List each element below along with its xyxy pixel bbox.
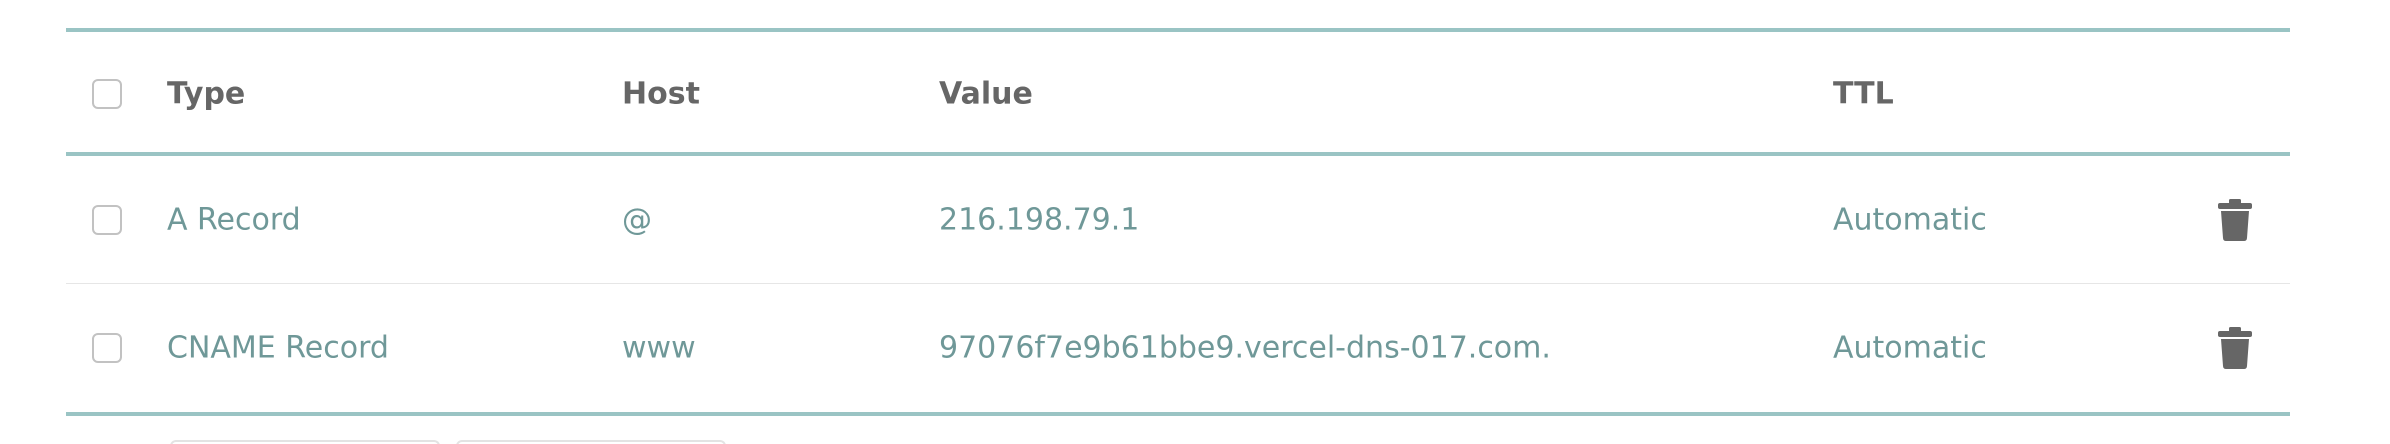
table-row: CNAME Record www 97076f7e9b61bbe9.vercel… [66, 284, 2290, 412]
record-type: A Record [167, 202, 301, 238]
record-value: 97076f7e9b61bbe9.vercel-dns-017.com. [939, 330, 1551, 366]
trash-icon[interactable] [2218, 199, 2252, 241]
row-select-checkbox[interactable] [92, 205, 122, 235]
column-header-type[interactable]: Type [167, 77, 245, 112]
dns-records-table: Type Host Value TTL A Record @ 216.198.7… [66, 28, 2290, 416]
record-host: @ [622, 202, 652, 238]
row-select-checkbox[interactable] [92, 333, 122, 363]
column-header-value[interactable]: Value [939, 77, 1033, 112]
column-header-host[interactable]: Host [622, 77, 700, 112]
select-all-checkbox[interactable] [92, 79, 122, 109]
add-record-button[interactable] [170, 440, 440, 444]
table-header-row: Type Host Value TTL [66, 32, 2290, 156]
record-ttl: Automatic [1833, 202, 1987, 238]
trash-icon[interactable] [2218, 327, 2252, 369]
record-type: CNAME Record [167, 330, 389, 366]
column-header-ttl[interactable]: TTL [1833, 77, 1894, 112]
record-value: 216.198.79.1 [939, 202, 1140, 238]
record-host: www [622, 330, 696, 366]
table-row: A Record @ 216.198.79.1 Automatic [66, 156, 2290, 284]
table-bottom-rule [66, 412, 2290, 416]
record-ttl: Automatic [1833, 330, 1987, 366]
secondary-button[interactable] [456, 440, 726, 444]
